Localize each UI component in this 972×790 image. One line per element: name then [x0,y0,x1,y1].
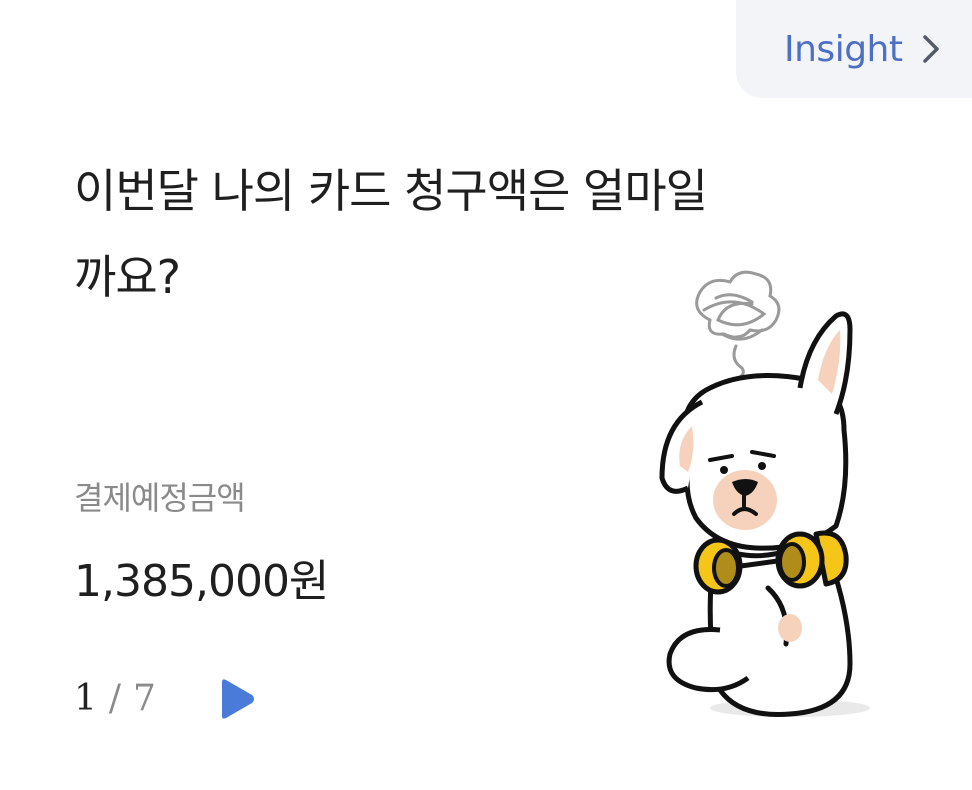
payment-amount: 1,385,000원 [74,556,329,607]
headline-line-2: 까요? [74,250,181,304]
pager: 1 / 7 [74,668,156,728]
pager-current: 1 [74,677,97,719]
play-icon[interactable] [214,676,258,722]
pager-separator: / [108,677,122,719]
chevron-right-icon [923,35,940,63]
insight-card: Insight 이번달 나의 카드 청구액은 얼마일 까요? 결제예정금액 1,… [0,0,972,790]
headline-line-1: 이번달 나의 카드 청구액은 얼마일 [74,164,708,218]
grumpy-dog-with-headphones-icon [659,270,870,717]
pager-total: 7 [133,677,156,719]
payment-label: 결제예정금액 [74,479,246,517]
insight-label: Insight [784,28,903,70]
insight-button[interactable]: Insight [736,0,972,98]
